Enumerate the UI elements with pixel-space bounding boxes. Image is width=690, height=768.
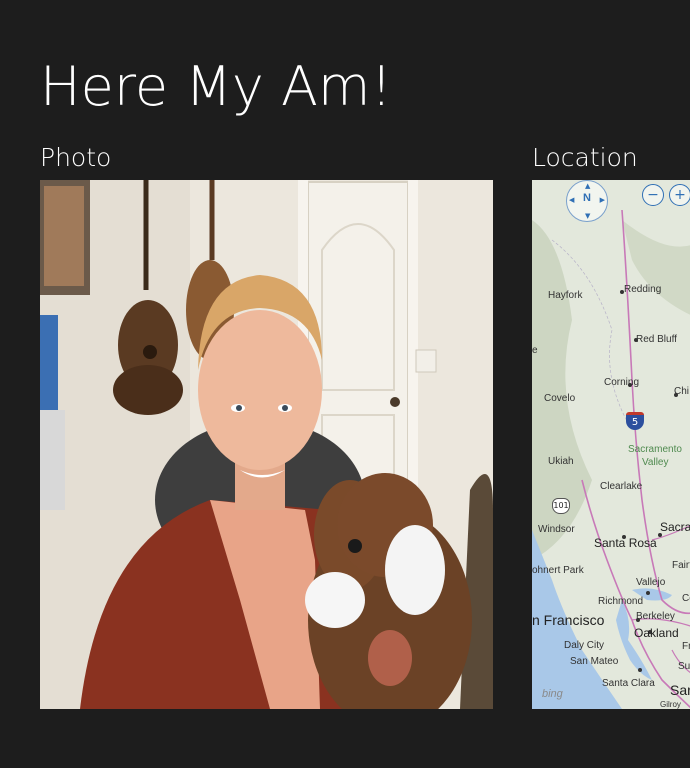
map-place-label: Richmond [598, 596, 644, 607]
photo-section-header: Photo [40, 143, 112, 172]
location-map[interactable]: ▲ ◀ ▶ ▼ N − + 5 101 Redding Hayfork Red … [532, 180, 690, 709]
map-place-label: Fremo [682, 641, 690, 652]
highway-shield-icon: 101 [552, 498, 570, 514]
bing-logo: bing [542, 688, 563, 700]
map-place-label: Santa Clara [602, 678, 655, 689]
map-place-label: e [532, 345, 538, 356]
map-place-label: Chi [674, 386, 690, 397]
map-place-label: Vallejo [636, 577, 666, 588]
map-place-label: Fairfie [672, 560, 690, 571]
map-place-label: Hayfork [548, 290, 583, 301]
map-compass-control[interactable]: ▲ ◀ ▶ ▼ N [566, 180, 608, 222]
map-place-label: Berkeley [636, 611, 675, 622]
map-place-label: Red Bluff [636, 334, 677, 345]
compass-up-arrow-icon: ▲ [585, 182, 591, 190]
photo-image [40, 180, 493, 709]
captured-photo[interactable] [40, 180, 493, 709]
zoom-in-button[interactable]: + [669, 184, 690, 206]
compass-down-arrow-icon: ▼ [585, 212, 591, 220]
map-place-label: ohnert Park [532, 565, 584, 576]
map-place-label: Redding [624, 284, 662, 295]
map-place-label: Oakland [634, 626, 679, 640]
map-place-label: Sunnyv [678, 661, 690, 672]
map-place-label: Gilroy [660, 700, 681, 709]
map-place-label: Ukiah [548, 456, 574, 467]
location-section-header: Location [532, 143, 638, 172]
map-place-label: Daly City [564, 640, 605, 651]
map-place-label: Windsor [538, 524, 575, 535]
map-place-label: San Mateo [570, 656, 619, 667]
map-place-label: Concor [682, 593, 690, 604]
map-place-label: Sacrament [660, 520, 690, 534]
zoom-out-button[interactable]: − [642, 184, 664, 206]
map-place-label: Corning [604, 377, 640, 388]
compass-north-label: N [583, 192, 591, 204]
map-place-label: n Francisco [532, 612, 605, 628]
map-place-label: Clearlake [600, 481, 643, 492]
map-place-label: Santa Rosa [594, 536, 657, 550]
app-title: Here My Am! [40, 55, 393, 118]
map-place-label: Sar [670, 682, 690, 698]
map-region-label: Valley [642, 457, 669, 468]
interstate-shield-icon: 5 [626, 412, 644, 430]
map-place-label: Covelo [544, 393, 576, 404]
map-region-label: Sacramento [628, 444, 682, 455]
